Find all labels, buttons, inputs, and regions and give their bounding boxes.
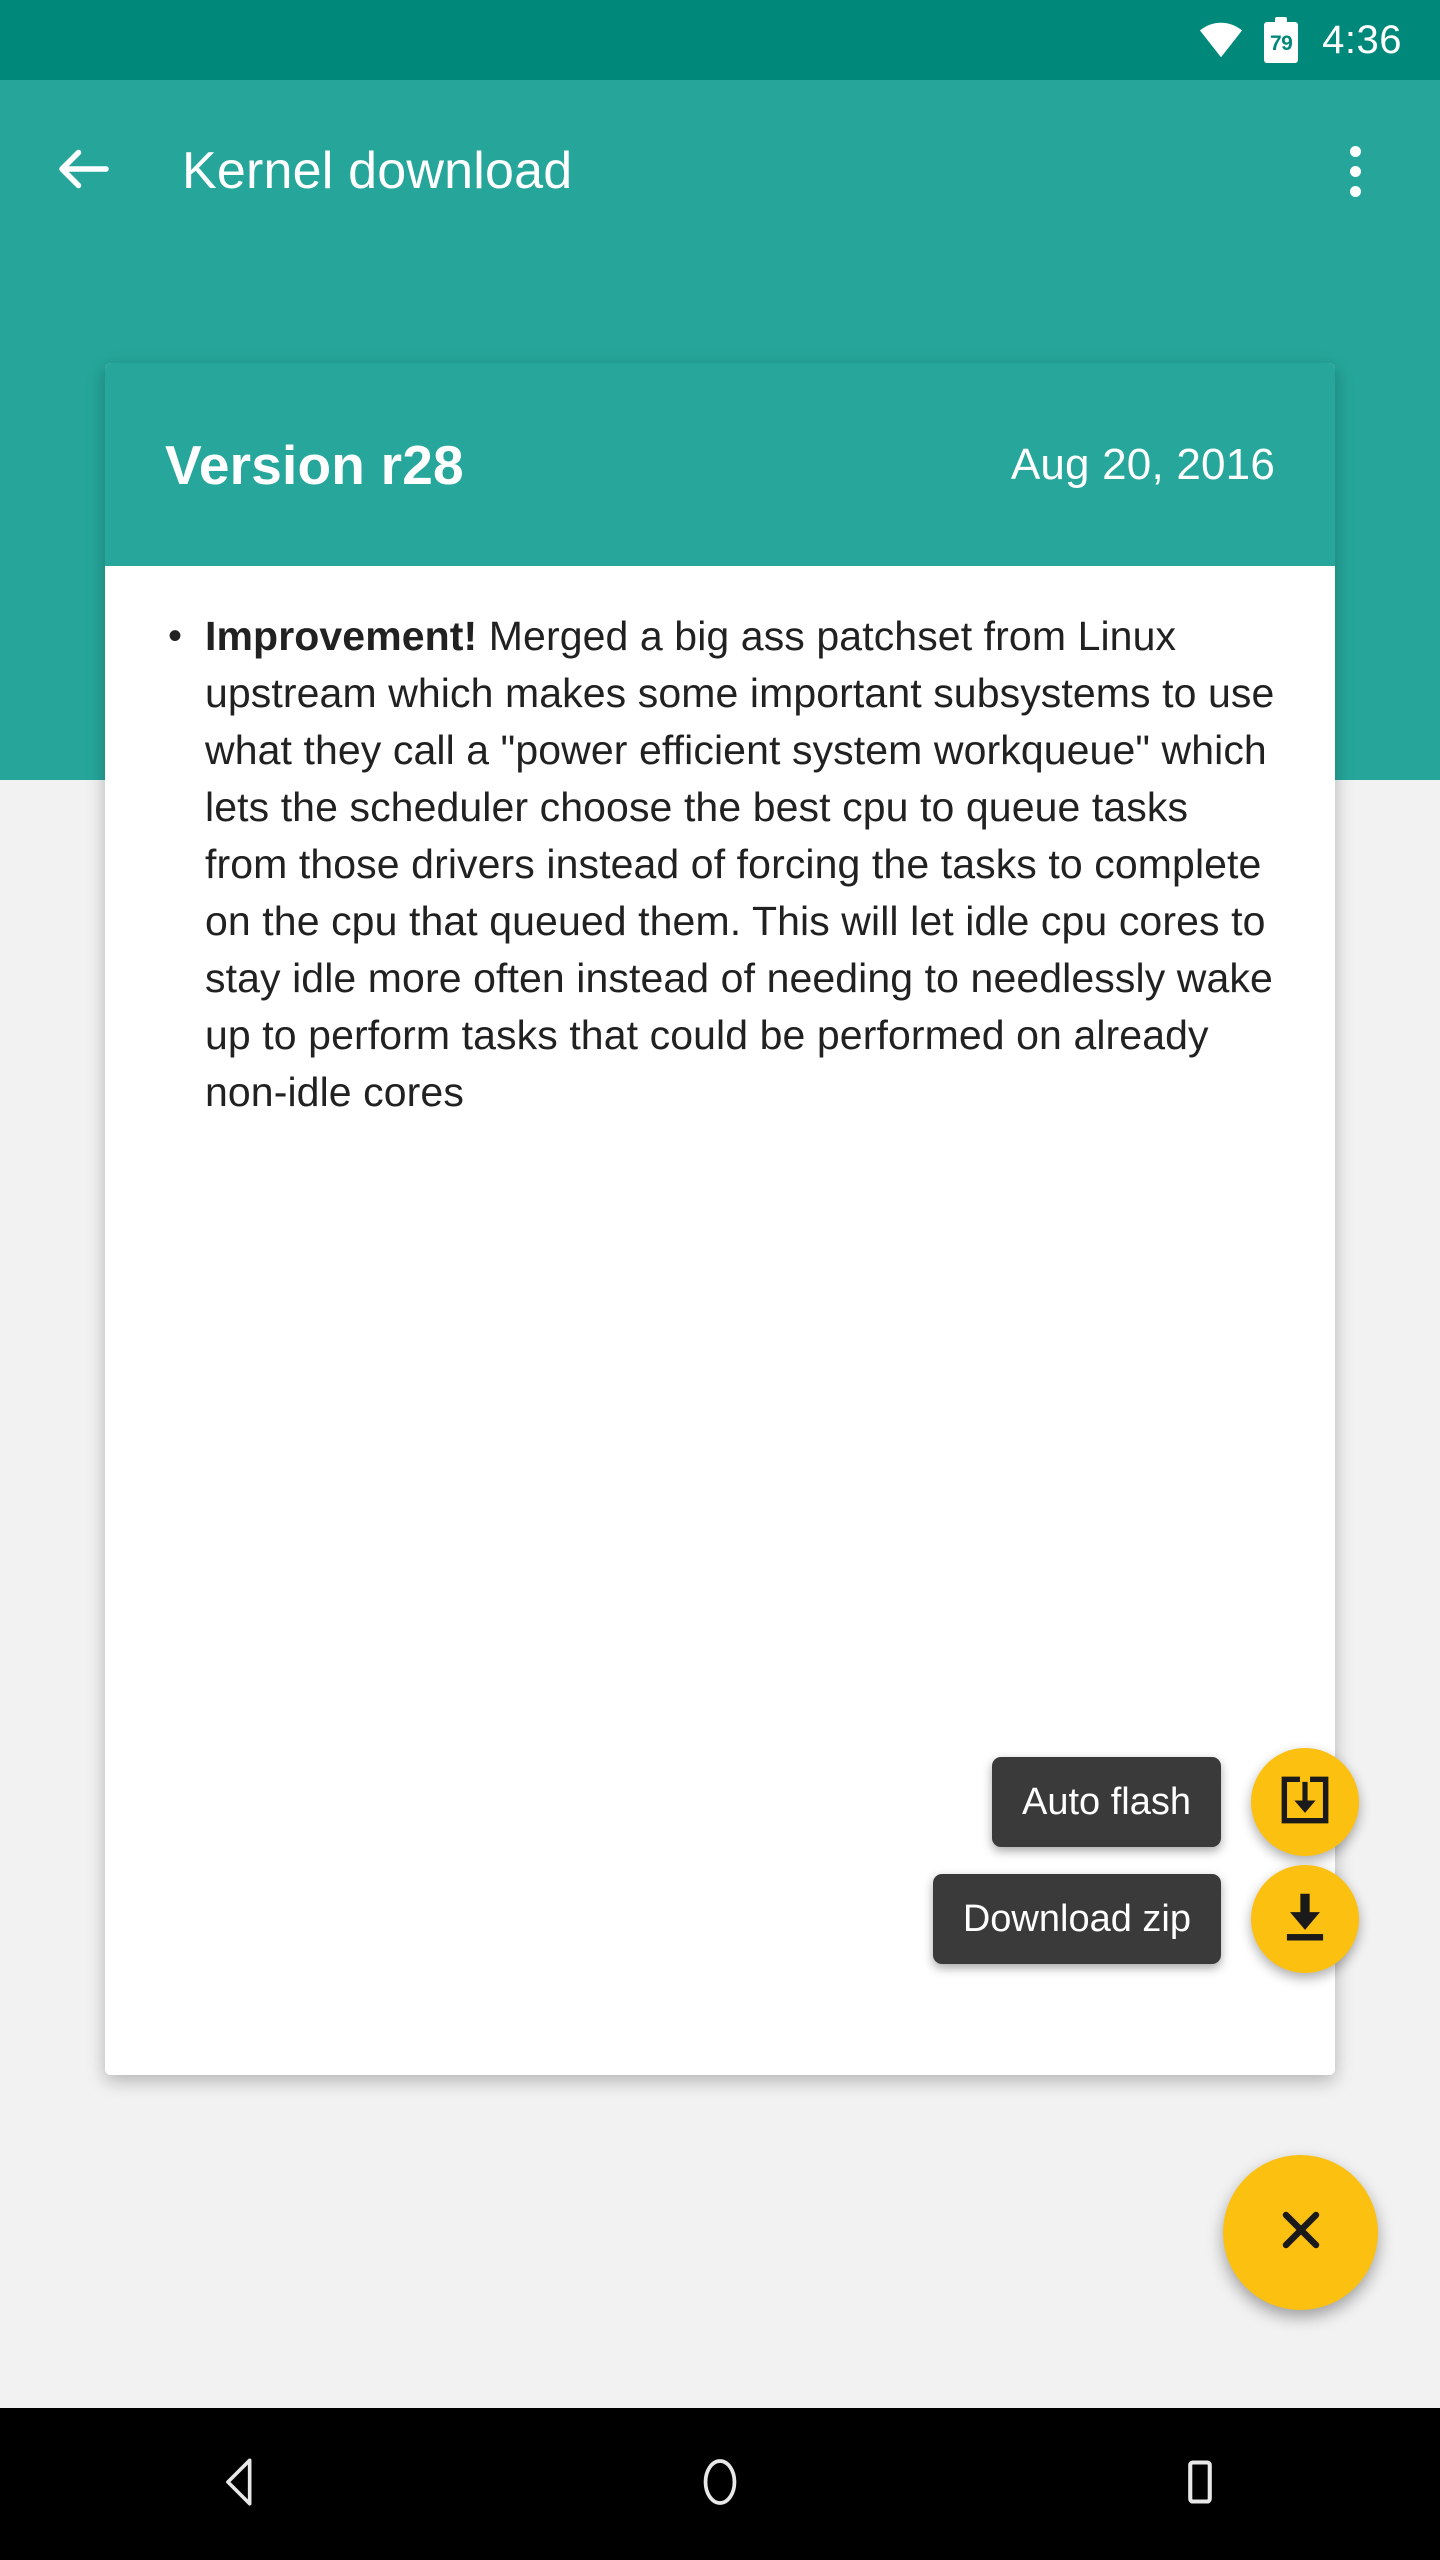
card-header: Version r28 Aug 20, 2016 — [105, 363, 1335, 566]
back-button[interactable] — [36, 123, 132, 219]
nav-back-triangle-icon — [211, 2453, 269, 2516]
overflow-menu-button[interactable] — [1310, 126, 1400, 216]
list-item: • Improvement! Merged a big ass patchset… — [145, 608, 1277, 1121]
app-bar-row: Kernel download — [0, 80, 1440, 262]
changelog-entry-label: Improvement! — [205, 613, 478, 659]
more-vertical-icon-dot — [1349, 165, 1361, 177]
close-icon — [1271, 2200, 1331, 2265]
nav-recents-square-icon — [1174, 2456, 1226, 2513]
arrow-left-icon — [51, 136, 117, 207]
status-time: 4:36 — [1322, 18, 1402, 62]
page-title: Kernel download — [182, 142, 573, 200]
bullet-icon: • — [167, 614, 182, 658]
battery-level-label: 79 — [1269, 31, 1293, 55]
changelog-entry-body: Merged a big ass patchset from Linux ups… — [205, 613, 1275, 1115]
close-fab-button[interactable] — [1223, 2155, 1378, 2310]
fab-download-zip-row: Download zip — [932, 1865, 1359, 1973]
nav-recents-button[interactable] — [1120, 2408, 1280, 2560]
download-icon — [1274, 1886, 1336, 1953]
fab-download-zip-label[interactable]: Download zip — [932, 1874, 1221, 1964]
card-version-label: Version r28 — [165, 433, 464, 496]
more-vertical-icon-dot — [1349, 145, 1361, 157]
fab-auto-flash-label[interactable]: Auto flash — [992, 1757, 1221, 1847]
status-bar: 79 4:36 — [0, 0, 1440, 80]
more-vertical-icon-dot — [1349, 185, 1361, 197]
card-date-label: Aug 20, 2016 — [1010, 439, 1275, 489]
download-zip-button[interactable] — [1251, 1865, 1359, 1973]
nav-back-button[interactable] — [160, 2408, 320, 2560]
changelog-entry-text: Improvement! Merged a big ass patchset f… — [205, 608, 1277, 1121]
wifi-icon — [1198, 17, 1244, 63]
battery-icon: 79 — [1264, 17, 1299, 63]
nav-home-button[interactable] — [640, 2408, 800, 2560]
navigation-bar — [0, 2408, 1440, 2560]
nav-home-circle-icon — [692, 2454, 748, 2515]
auto-flash-button[interactable] — [1251, 1748, 1359, 1856]
fab-auto-flash-row: Auto flash — [992, 1748, 1359, 1856]
status-icons: 79 4:36 — [1198, 17, 1402, 63]
system-update-icon — [1274, 1769, 1336, 1836]
